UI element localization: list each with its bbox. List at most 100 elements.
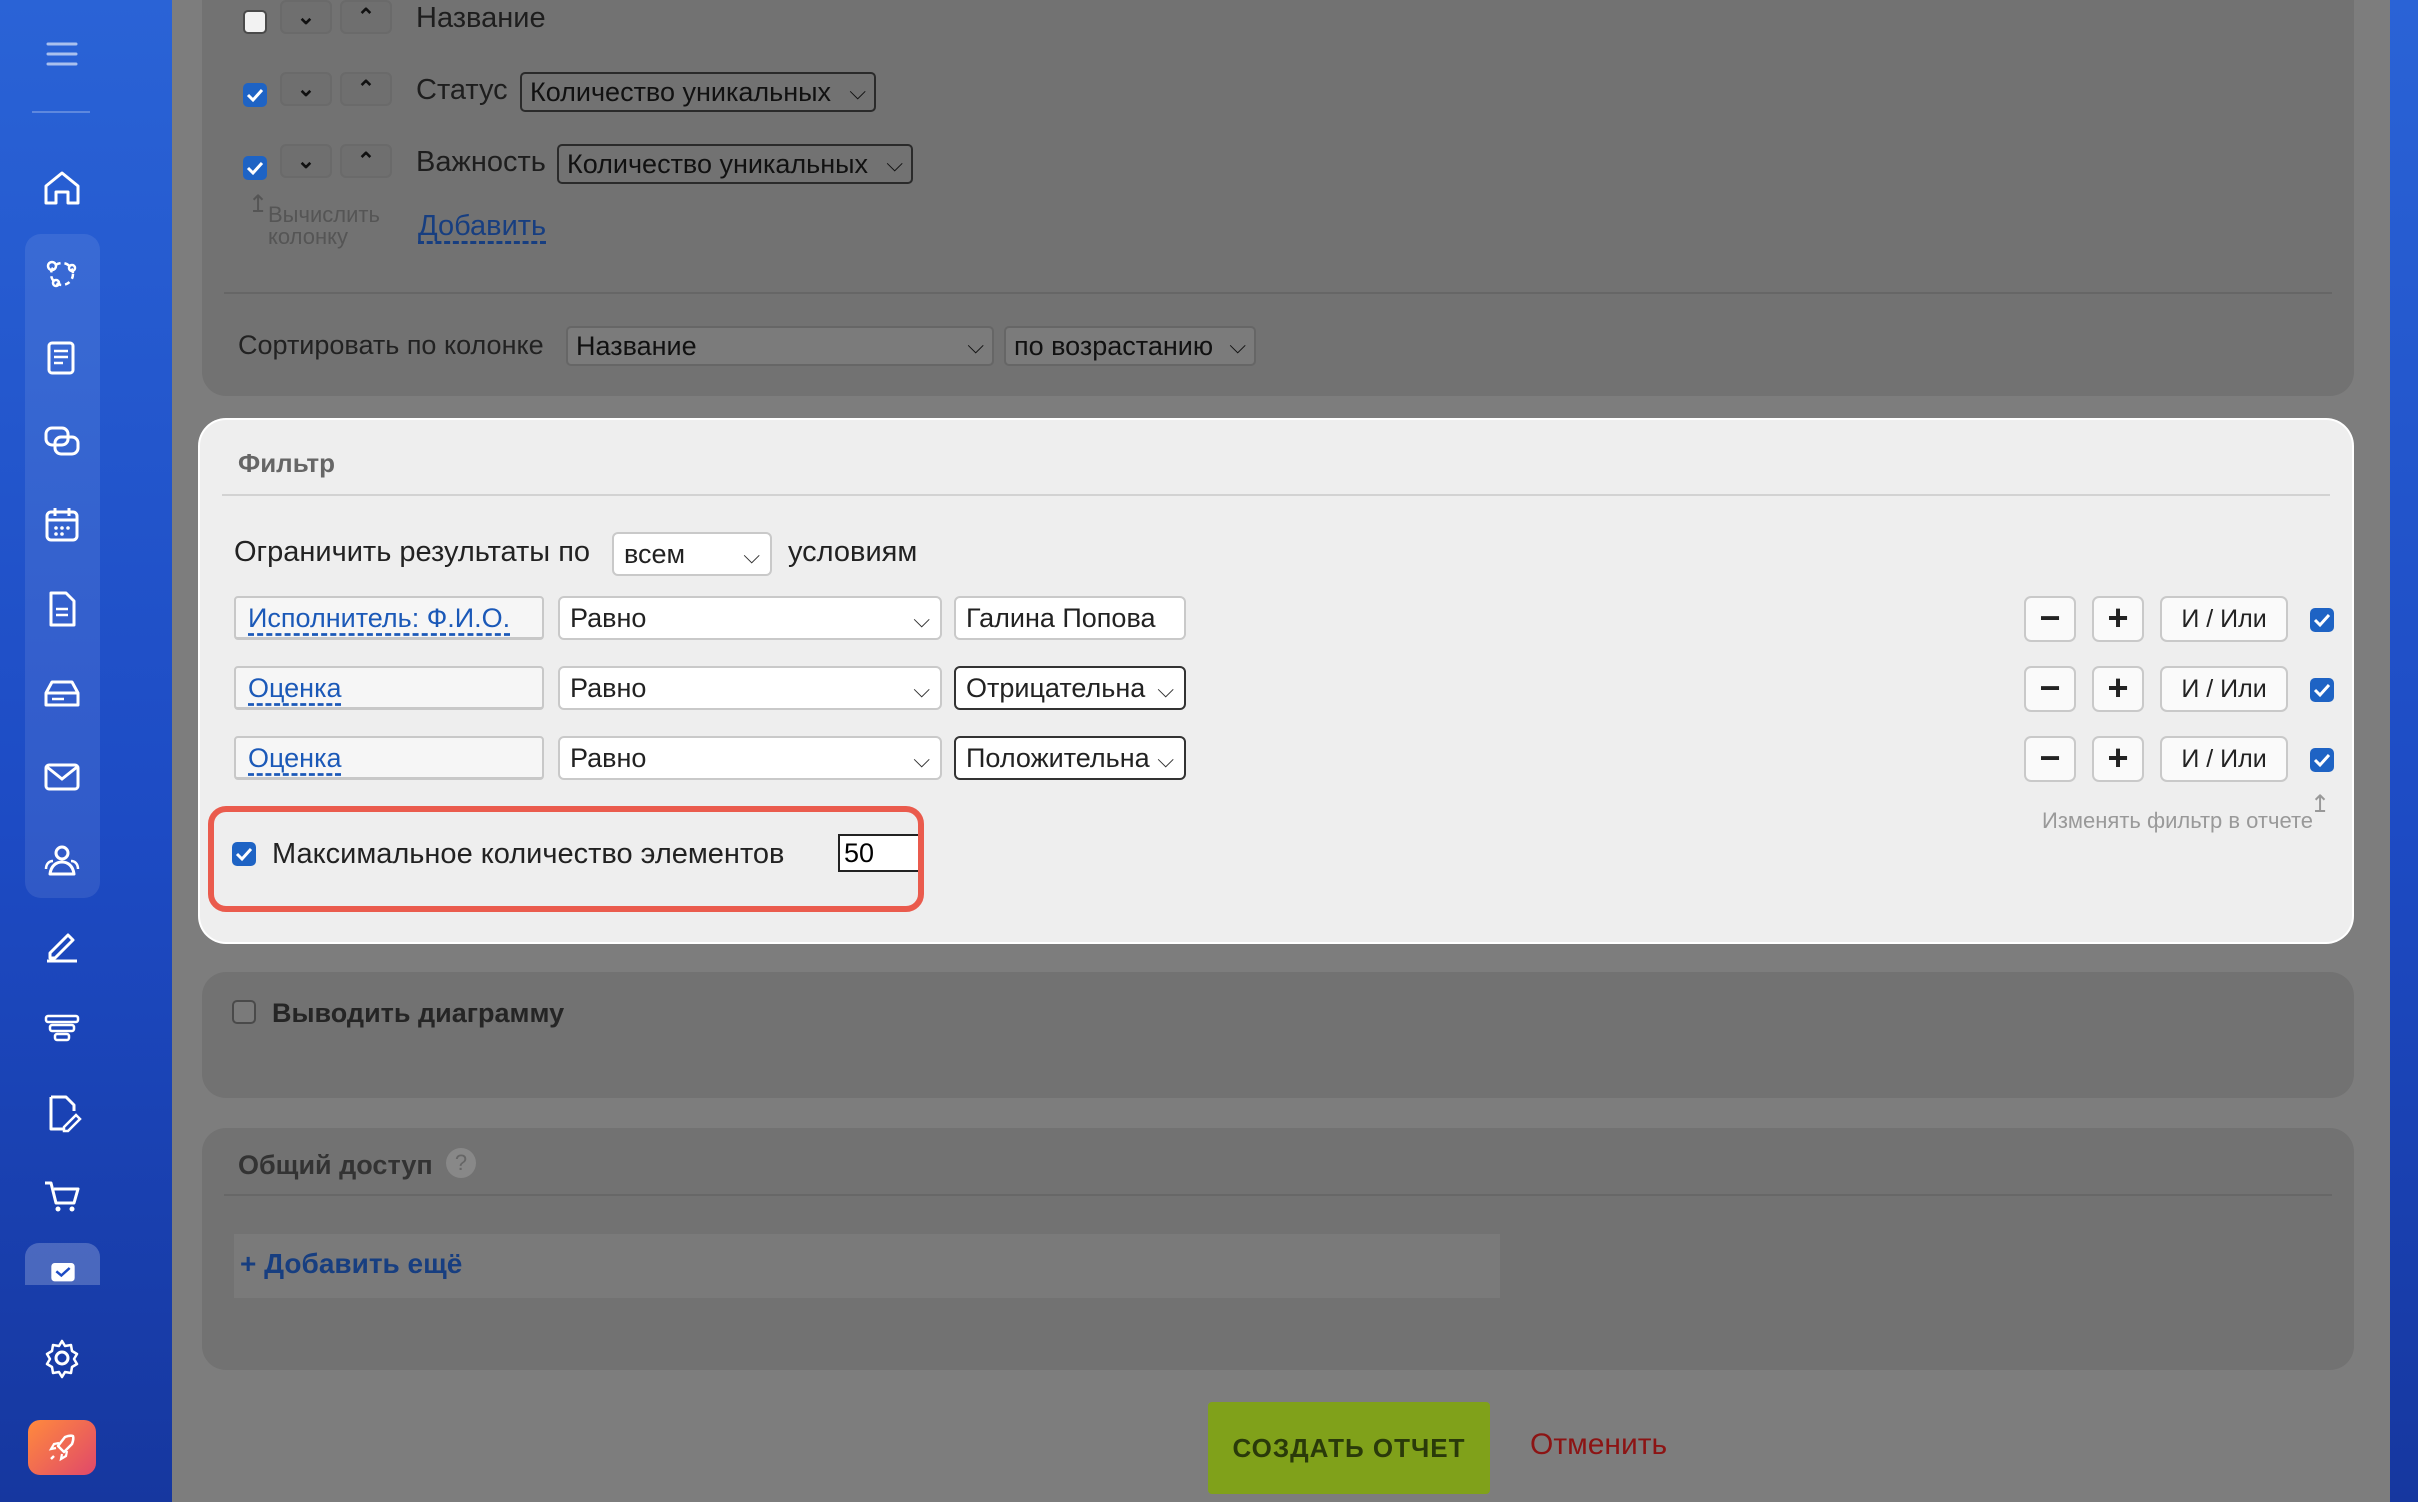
chevron-down-icon: ⌵: [886, 151, 903, 176]
show-chart-checkbox[interactable]: [232, 1000, 256, 1024]
select-value: всем: [624, 539, 686, 569]
section-divider: [224, 292, 2332, 294]
hint-arrow-icon: ↥: [2310, 791, 2331, 818]
select-value: по возрастанию: [1014, 331, 1214, 361]
limit-select[interactable]: всем ⌵: [612, 532, 772, 576]
sort-column-select[interactable]: Название ⌵: [566, 326, 994, 366]
chart-section: Выводить диаграмму: [202, 972, 2354, 1098]
settings-icon[interactable]: [38, 1334, 86, 1382]
contacts-icon[interactable]: [38, 836, 86, 884]
add-condition-button[interactable]: +: [2092, 736, 2144, 782]
filter-field-button[interactable]: Исполнитель: Ф.И.О.: [234, 596, 544, 640]
move-up-button[interactable]: ⌃: [340, 0, 392, 34]
move-down-button[interactable]: ⌄: [280, 0, 332, 34]
chevron-down-icon: ⌵: [913, 677, 930, 702]
editable-filter-checkbox[interactable]: [2310, 608, 2334, 632]
help-icon[interactable]: ?: [446, 1148, 476, 1178]
add-access-row: + Добавить ещё: [234, 1234, 1500, 1298]
mail-icon[interactable]: [38, 753, 86, 801]
select-value: Количество уникальных: [567, 149, 869, 179]
column-function-select[interactable]: Количество уникальных ⌵: [520, 72, 876, 112]
column-status-label: Статус: [416, 74, 508, 106]
calc-column-hint[interactable]: Вычислить колонку: [268, 204, 408, 248]
select-value: Равно: [570, 673, 647, 703]
chevron-down-icon: ⌵: [743, 543, 760, 568]
filter-value-select[interactable]: Отрицательна ⌵: [954, 666, 1186, 710]
and-or-button[interactable]: И / Или: [2160, 596, 2288, 642]
highlight-frame: [208, 806, 924, 912]
move-down-button[interactable]: ⌄: [280, 72, 332, 106]
chevron-down-icon: ⌵: [913, 747, 930, 772]
chevron-down-icon: ⌵: [1229, 333, 1246, 358]
sidebar-divider: [32, 111, 90, 113]
filter-field-link[interactable]: Оценка: [248, 673, 342, 703]
create-report-button[interactable]: СОЗДАТЬ ОТЧЕТ: [1208, 1402, 1490, 1494]
select-value: Отрицательна: [966, 673, 1146, 703]
column-priority-label: Важность: [416, 146, 546, 178]
add-condition-button[interactable]: +: [2092, 666, 2144, 712]
remove-condition-button[interactable]: −: [2024, 596, 2076, 642]
limit-suffix: условиям: [788, 536, 918, 568]
calendar-icon[interactable]: [38, 501, 86, 549]
remove-condition-button[interactable]: −: [2024, 736, 2076, 782]
change-filter-hint: Изменять фильтр в отчете: [2042, 808, 2314, 833]
filter-field-link[interactable]: Оценка: [248, 743, 342, 773]
add-column-link[interactable]: Добавить: [418, 210, 546, 243]
select-value: Название: [576, 331, 697, 361]
calc-arrow-icon: ↥: [248, 191, 269, 218]
input-value: Галина Попова: [966, 603, 1156, 633]
add-more-link[interactable]: + Добавить ещё: [240, 1248, 462, 1280]
filter-operator-select[interactable]: Равно ⌵: [558, 736, 942, 780]
chevron-down-icon: ⌵: [967, 333, 984, 358]
limit-prefix: Ограничить результаты по: [234, 536, 591, 568]
move-down-button[interactable]: ⌄: [280, 144, 332, 178]
chat-icon[interactable]: [38, 418, 86, 466]
filter-value-select[interactable]: Положительна ⌵: [954, 736, 1186, 780]
drive-icon[interactable]: [38, 669, 86, 717]
chevron-down-icon: ⌵: [849, 79, 866, 104]
select-value: Количество уникальных: [530, 77, 832, 107]
funnel-icon[interactable]: [38, 1005, 86, 1053]
and-or-button[interactable]: И / Или: [2160, 736, 2288, 782]
sidebar: [0, 0, 172, 1502]
tasks-doc-icon[interactable]: [38, 1089, 86, 1137]
sign-icon[interactable]: [38, 921, 86, 969]
cancel-link[interactable]: Отменить: [1530, 1428, 1667, 1462]
column-checkbox-status[interactable]: [243, 83, 267, 107]
select-value: Равно: [570, 603, 647, 633]
sort-order-select[interactable]: по возрастанию ⌵: [1004, 326, 1256, 366]
remove-condition-button[interactable]: −: [2024, 666, 2076, 712]
tasks-icon[interactable]: [25, 1243, 100, 1285]
editable-filter-checkbox[interactable]: [2310, 748, 2334, 772]
feed-icon[interactable]: [38, 334, 86, 382]
report-editor: ⌄ ⌃ Название ⌄ ⌃ Статус Количество уника…: [172, 0, 2390, 1502]
section-divider: [222, 494, 2330, 496]
filter-field-button[interactable]: Оценка: [234, 666, 544, 710]
crm-icon[interactable]: [38, 250, 86, 298]
column-function-select[interactable]: Количество уникальных ⌵: [557, 144, 913, 184]
home-icon[interactable]: [38, 164, 86, 212]
rocket-icon[interactable]: [28, 1420, 96, 1475]
column-checkbox-priority[interactable]: [243, 156, 267, 180]
chevron-down-icon: ⌵: [1157, 677, 1174, 702]
chevron-down-icon: ⌵: [913, 607, 930, 632]
sort-label: Сортировать по колонке: [238, 330, 544, 360]
move-up-button[interactable]: ⌃: [340, 144, 392, 178]
document-icon[interactable]: [38, 585, 86, 633]
filter-field-link[interactable]: Исполнитель: Ф.И.О.: [248, 603, 510, 633]
and-or-button[interactable]: И / Или: [2160, 666, 2288, 712]
cart-icon[interactable]: [38, 1172, 86, 1220]
filter-operator-select[interactable]: Равно ⌵: [558, 596, 942, 640]
select-value: Равно: [570, 743, 647, 773]
editable-filter-checkbox[interactable]: [2310, 678, 2334, 702]
filter-value-input[interactable]: Галина Попова: [954, 596, 1186, 640]
filter-operator-select[interactable]: Равно ⌵: [558, 666, 942, 710]
add-condition-button[interactable]: +: [2092, 596, 2144, 642]
menu-icon[interactable]: [38, 30, 86, 78]
show-chart-label: Выводить диаграмму: [272, 998, 565, 1028]
move-up-button[interactable]: ⌃: [340, 72, 392, 106]
column-checkbox-name[interactable]: [243, 10, 267, 34]
section-divider: [224, 1194, 2332, 1196]
filter-field-button[interactable]: Оценка: [234, 736, 544, 780]
column-name-label: Название: [416, 2, 546, 34]
